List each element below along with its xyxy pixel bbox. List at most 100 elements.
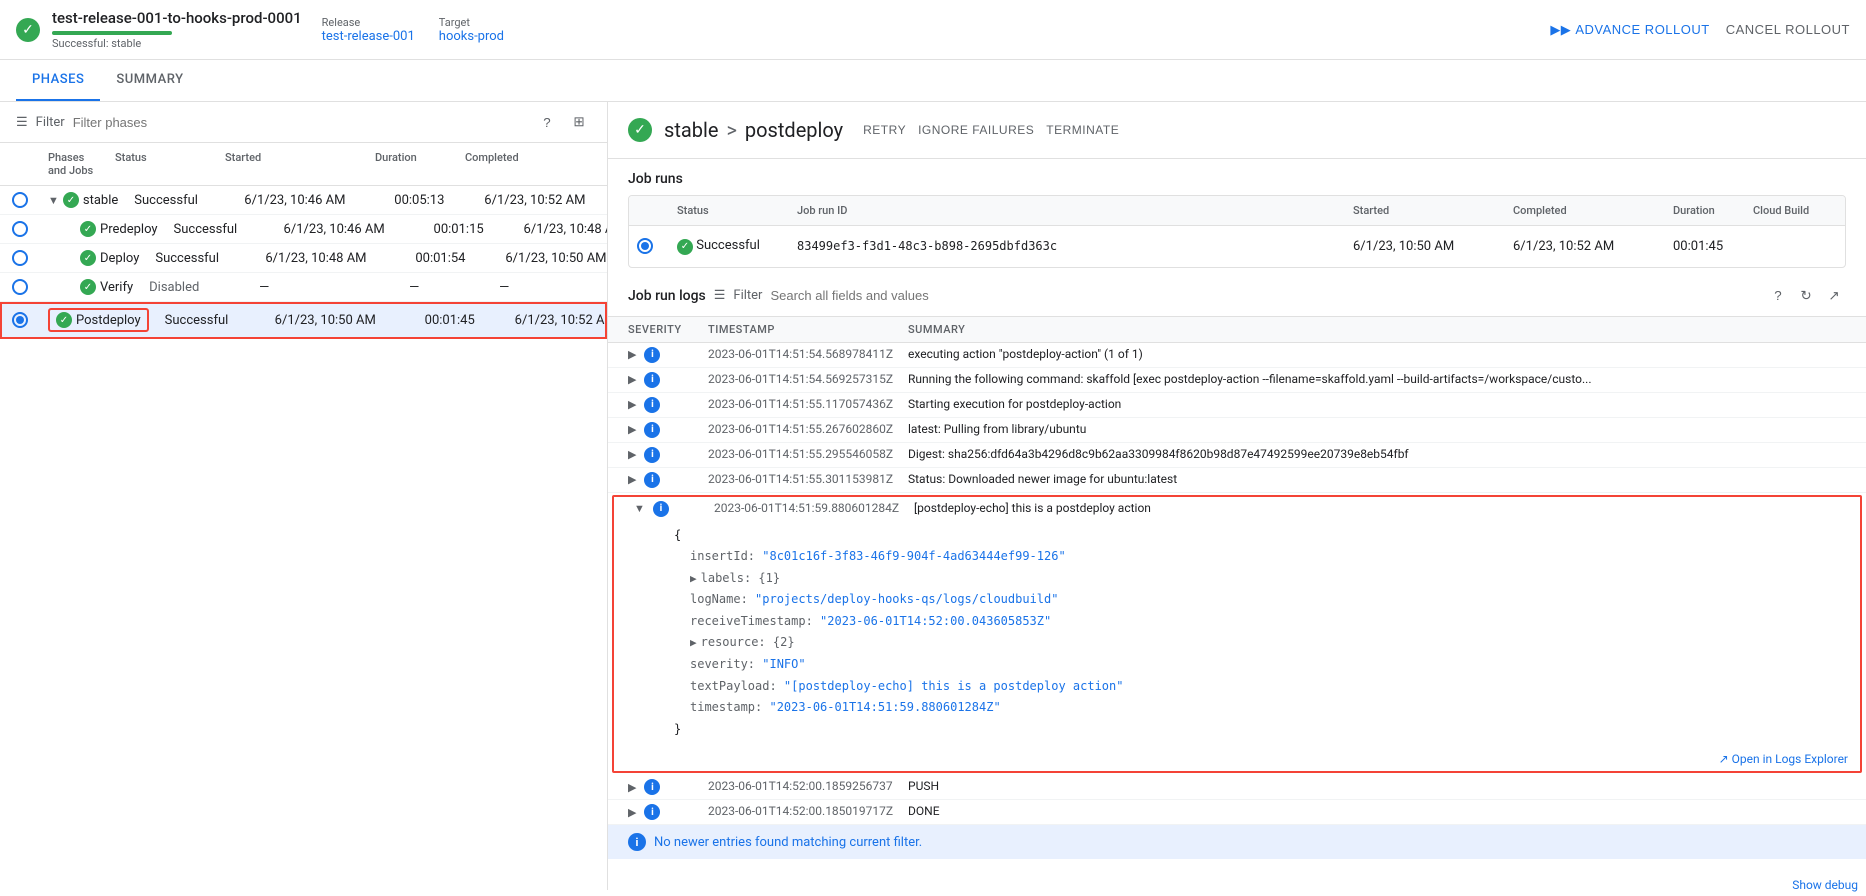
phases-table: Phases and Jobs Status Started Duration … (0, 143, 607, 890)
log-body: ▶i 2023-06-01T14:51:54.568978411Z execut… (608, 343, 1866, 891)
cancel-rollout-button[interactable]: CANCEL ROLLOUT (1726, 22, 1850, 37)
target-label: Target (439, 16, 504, 29)
ignore-failures-button[interactable]: IGNORE FAILURES (918, 123, 1034, 137)
th-phases: Phases and Jobs (40, 151, 107, 177)
log-sev-5: ▶i (628, 472, 708, 488)
log-row-5[interactable]: ▶i 2023-06-01T14:51:55.301153981Z Status… (608, 468, 1866, 493)
job-runs-title: Job runs (608, 159, 1866, 195)
log-sum-4: Digest: sha256:dfd64a3b4296d8c9b62aa3309… (908, 447, 1846, 461)
jr-header: Status Job run ID Started Completed Dura… (629, 196, 1845, 226)
jr-status-check-0: ✓ (677, 239, 693, 255)
job-name-postdeploy: ✓ Postdeploy (40, 308, 157, 332)
job-started-deploy: 6/1/23, 10:48 AM (257, 251, 407, 266)
log-ts-2: 2023-06-01T14:51:55.117057436Z (708, 397, 908, 411)
show-debug-link[interactable]: Show debug (1784, 874, 1866, 896)
release-meta-item: Release test-release-001 (322, 16, 415, 44)
phase-name-stable: ▼ ✓ stable (40, 192, 126, 208)
target-meta-item: Target hooks-prod (439, 16, 504, 44)
job-row-postdeploy[interactable]: ✓ Postdeploy Successful 6/1/23, 10:50 AM… (0, 302, 607, 339)
log-sev-1: ▶i (628, 372, 708, 388)
jr-radio-0 (629, 230, 669, 262)
log-toolbar: Job run logs ☰ Filter ? ↻ ↗ (608, 276, 1866, 317)
jr-row-0[interactable]: ✓ Successful 83499ef3-f3d1-48c3-b898-269… (629, 226, 1845, 267)
jr-id-0: 83499ef3-f3d1-48c3-b898-2695dbfd363c (789, 231, 1345, 261)
job-status-predeploy: Successful (166, 222, 276, 237)
filter-label: Filter (36, 115, 65, 130)
columns-icon[interactable]: ⊞ (567, 110, 591, 134)
filter-actions: ? ⊞ (535, 110, 591, 134)
job-duration-predeploy: 00:01:15 (426, 222, 516, 237)
log-sum-2: Starting execution for postdeploy-action (908, 397, 1846, 411)
log-ts-4: 2023-06-01T14:51:55.295546058Z (708, 447, 908, 461)
log-th-timestamp: TIMESTAMP (708, 323, 908, 336)
th-status: Status (107, 151, 217, 177)
tab-phases[interactable]: PHASES (16, 60, 100, 101)
release-title: test-release-001-to-hooks-prod-0001 (52, 9, 302, 27)
status-icon: ✓ (16, 18, 40, 42)
phase-radio-stable (0, 192, 40, 208)
status-check-stable: ✓ (63, 192, 79, 208)
table-header: Phases and Jobs Status Started Duration … (0, 143, 607, 186)
advance-rollout-button[interactable]: ▶▶ ADVANCE ROLLOUT (1550, 22, 1709, 38)
th-radio (0, 151, 40, 177)
log-refresh-icon[interactable]: ↻ (1794, 284, 1818, 308)
job-duration-verify: — (401, 280, 491, 295)
release-meta: Release test-release-001 Target hooks-pr… (322, 16, 504, 44)
log-row-2[interactable]: ▶i 2023-06-01T14:51:55.117057436Z Starti… (608, 393, 1866, 418)
job-row-verify[interactable]: ✓ Verify Disabled — — — (0, 273, 607, 302)
log-sev-7: ▶i (628, 779, 708, 795)
radio-predeploy (12, 221, 28, 237)
job-row-predeploy[interactable]: ✓ Predeploy Successful 6/1/23, 10:46 AM … (0, 215, 607, 244)
phase-row-stable[interactable]: ▼ ✓ stable Successful 6/1/23, 10:46 AM 0… (0, 186, 607, 215)
job-completed-predeploy: 6/1/23, 10:48 AM (516, 222, 607, 237)
log-row-1[interactable]: ▶i 2023-06-01T14:51:54.569257315Z Runnin… (608, 368, 1866, 393)
expand-arrow-0[interactable]: ▶ (628, 348, 636, 361)
status-check-deploy: ✓ (80, 250, 96, 266)
th-started: Started (217, 151, 367, 177)
terminate-button[interactable]: TERMINATE (1046, 123, 1119, 137)
left-panel: ☰ Filter ? ⊞ Phases and Jobs Status Star… (0, 102, 608, 890)
log-ts-0: 2023-06-01T14:51:54.568978411Z (708, 347, 908, 361)
log-row-4[interactable]: ▶i 2023-06-01T14:51:55.295546058Z Digest… (608, 443, 1866, 468)
status-check-postdeploy: ✓ (56, 312, 72, 328)
job-radio-deploy (0, 250, 40, 266)
radio-deploy (12, 250, 28, 266)
log-title: Job run logs (628, 288, 706, 304)
phase-started-stable: 6/1/23, 10:46 AM (236, 193, 386, 208)
filter-input[interactable] (73, 115, 527, 130)
tab-summary[interactable]: SUMMARY (100, 60, 199, 101)
release-link[interactable]: test-release-001 (322, 29, 415, 44)
log-help-icon[interactable]: ? (1766, 284, 1790, 308)
log-sum-0: executing action "postdeploy-action" (1 … (908, 347, 1846, 361)
job-row-deploy[interactable]: ✓ Deploy Successful 6/1/23, 10:48 AM 00:… (0, 244, 607, 273)
job-completed-deploy: 6/1/23, 10:50 AM (497, 251, 607, 266)
radio-verify (12, 279, 28, 295)
open-logs-explorer-link[interactable]: ↗ Open in Logs Explorer (1719, 752, 1848, 766)
jr-status-0: ✓ Successful (669, 230, 789, 263)
log-row-3[interactable]: ▶i 2023-06-01T14:51:55.267602860Z latest… (608, 418, 1866, 443)
log-sum-6: [postdeploy-echo] this is a postdeploy a… (914, 501, 1840, 515)
log-ts-8: 2023-06-01T14:52:00.185019717Z (708, 804, 908, 818)
phase-actions: RETRY IGNORE FAILURES TERMINATE (863, 123, 1119, 137)
log-row-0[interactable]: ▶i 2023-06-01T14:51:54.568978411Z execut… (608, 343, 1866, 368)
job-duration-deploy: 00:01:54 (407, 251, 497, 266)
jr-th-status: Status (669, 196, 789, 225)
log-row-7[interactable]: ▶i 2023-06-01T14:52:00.1859256737 PUSH (608, 775, 1866, 800)
retry-button[interactable]: RETRY (863, 123, 906, 137)
radio-stable (12, 192, 28, 208)
log-row-8[interactable]: ▶i 2023-06-01T14:52:00.185019717Z DONE (608, 800, 1866, 825)
log-row-6[interactable]: ▼i 2023-06-01T14:51:59.880601284Z [postd… (614, 497, 1860, 521)
progress-bar (52, 31, 172, 35)
log-filter-icon: ☰ (714, 288, 726, 303)
target-link[interactable]: hooks-prod (439, 29, 504, 44)
log-ts-6: 2023-06-01T14:51:59.880601284Z (714, 501, 914, 515)
jr-th-id: Job run ID (789, 196, 1345, 225)
phase-completed-stable: 6/1/23, 10:52 AM (476, 193, 607, 208)
filter-icon: ☰ (16, 115, 28, 130)
job-completed-postdeploy: 6/1/23, 10:52 AM (507, 313, 607, 328)
log-search-input[interactable] (770, 288, 1758, 303)
log-actions: ? ↻ ↗ (1766, 284, 1846, 308)
info-icon-blue: i (628, 833, 646, 851)
help-icon[interactable]: ? (535, 110, 559, 134)
log-external-icon[interactable]: ↗ (1822, 284, 1846, 308)
